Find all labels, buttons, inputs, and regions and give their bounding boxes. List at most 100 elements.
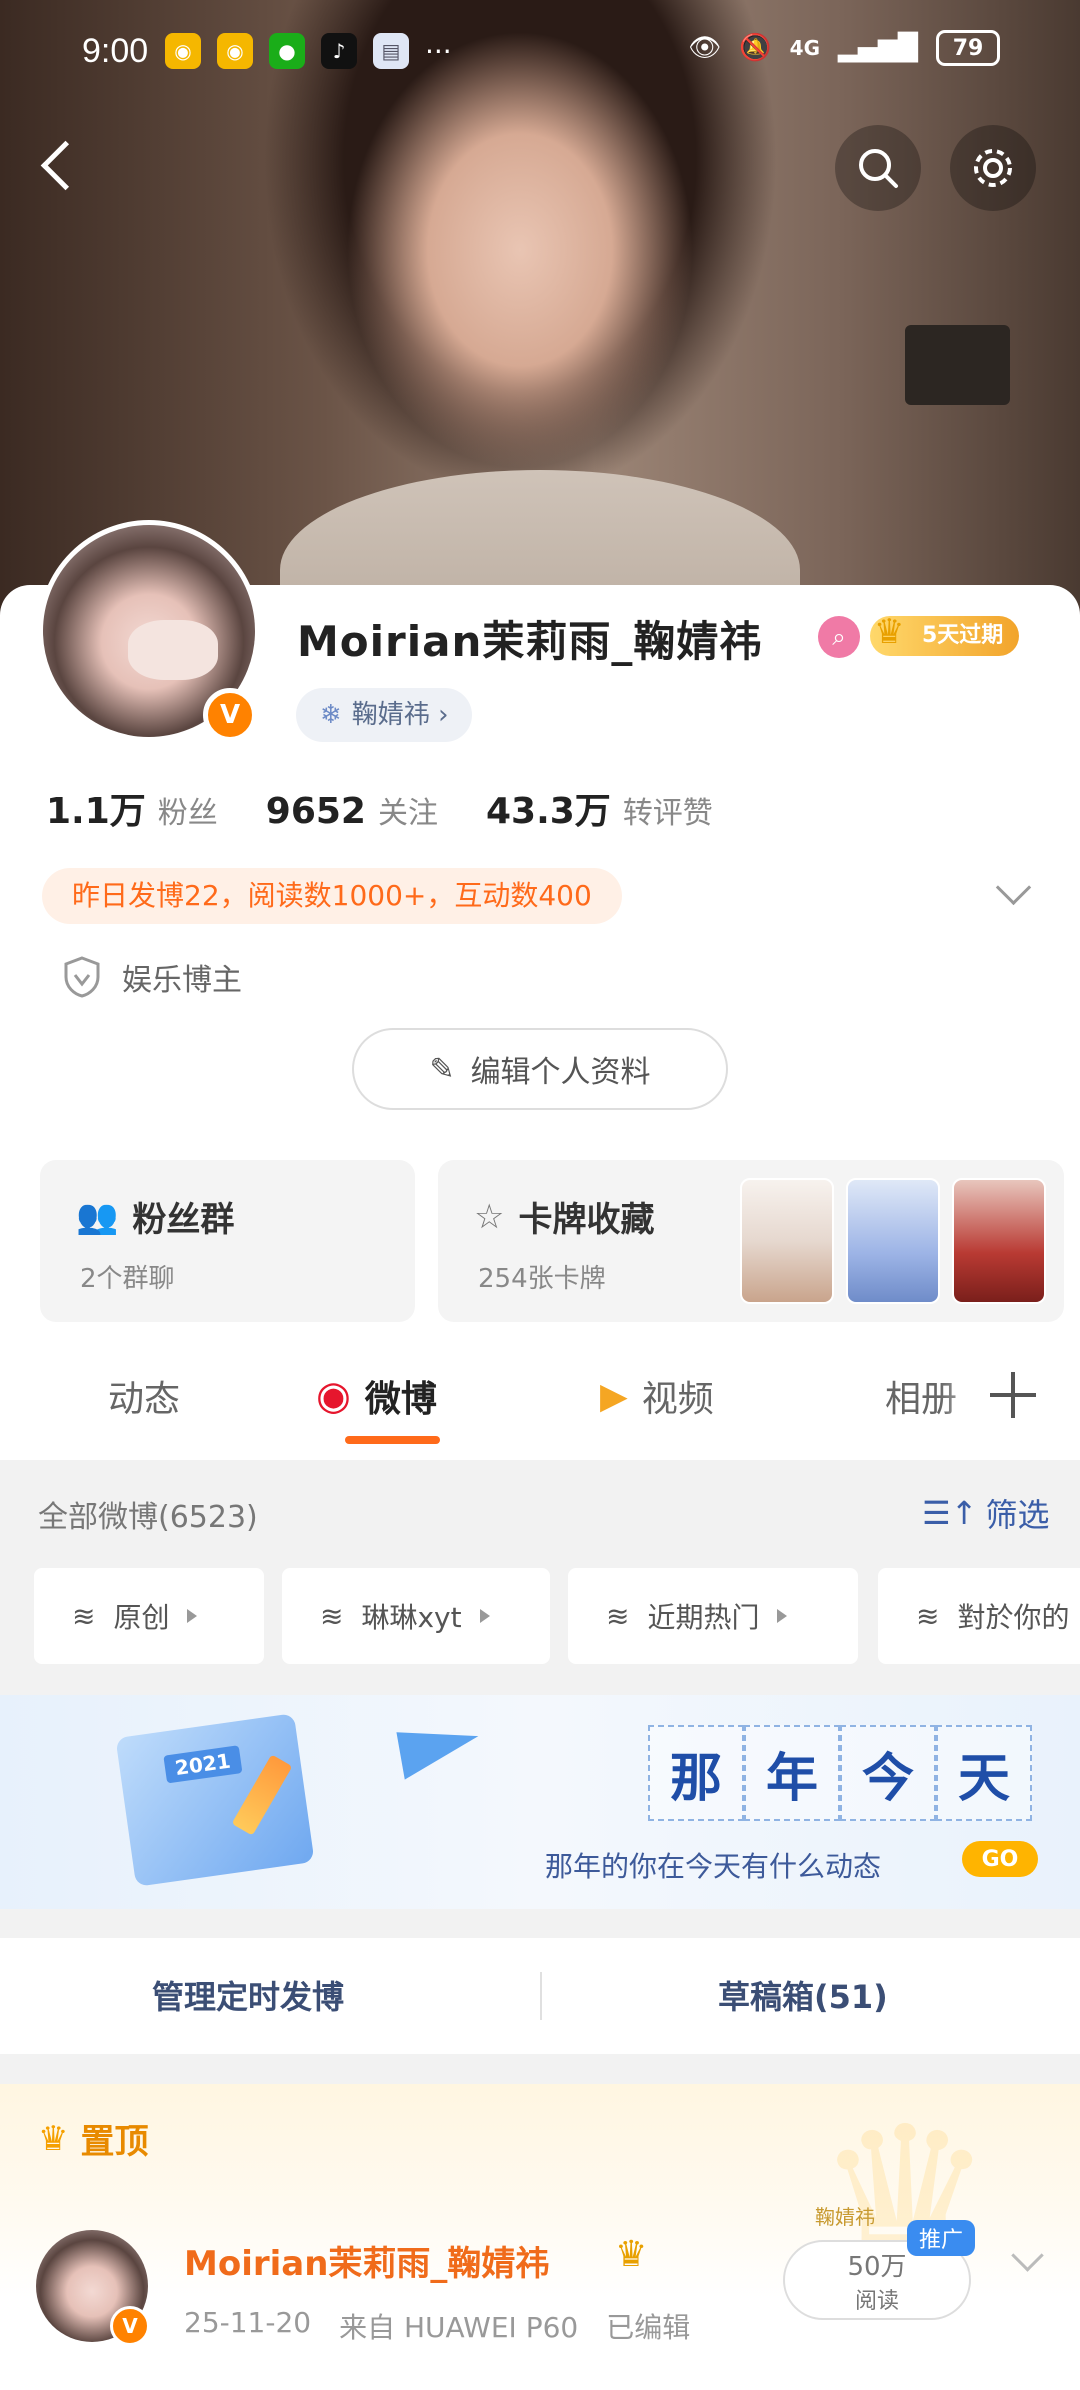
chip-label: 琳琳xyt <box>361 1601 462 1634</box>
calendar-icon: 2021 <box>115 1713 315 1887</box>
promo-badge: 推广 <box>907 2220 976 2256</box>
profile-tabs: 动态 ◉ 微博 ▶ 视频 相册 <box>0 1340 1080 1460</box>
chip-trending[interactable]: ≋ 近期热门 <box>568 1568 858 1664</box>
shield-icon <box>64 956 100 998</box>
stat-following[interactable]: 9652 关注 <box>266 788 438 832</box>
fan-groups-title: 粉丝群 <box>132 1200 235 1240</box>
weibo-icon: ◉ <box>316 1373 351 1419</box>
super-topic-label: 鞠婧祎 <box>351 700 430 730</box>
add-tab-icon[interactable] <box>990 1372 1036 1418</box>
card-collection-box[interactable]: ☆ 卡牌收藏 254张卡牌 <box>438 1160 1064 1322</box>
chip-user[interactable]: ≋ 琳琳xyt <box>282 1568 550 1664</box>
battery-icon: 79 <box>936 30 1000 66</box>
chip-original[interactable]: ≋ 原创 <box>34 1568 264 1664</box>
pencil-icon: ✎ <box>429 1051 455 1087</box>
eye-icon: 👁 <box>688 33 722 63</box>
card-thumbnail[interactable] <box>846 1178 940 1304</box>
crown-icon: ♛ <box>38 2118 69 2159</box>
notification-app-icons: ◉ ◉ ● ♪ ▤ ··· <box>165 33 452 69</box>
status-right: 👁 🔕 4G ▂▄▆█ 79 <box>688 30 1000 66</box>
search-icon <box>859 149 898 188</box>
tab-label: 视频 <box>641 1379 714 1420</box>
caret-right-icon <box>479 1609 490 1623</box>
super-topic-tag[interactable]: ❄ 鞠婧祎 › <box>296 688 473 742</box>
chevron-down-icon[interactable] <box>995 875 1031 911</box>
stat-engagement[interactable]: 43.3万 转评赞 <box>486 782 713 834</box>
card-collection-sub: 254张卡牌 <box>478 1264 606 1294</box>
back-button[interactable] <box>30 130 90 200</box>
stat-label: 粉丝 <box>157 796 218 831</box>
filter-button[interactable]: ☰↑ 筛选 <box>922 1490 1050 1536</box>
vip-badge-label: 5天过期 <box>922 623 1004 648</box>
card-icon: ☆ <box>474 1196 505 1237</box>
fan-groups-sub: 2个群聊 <box>80 1264 175 1294</box>
chip-for-you[interactable]: ≋ 對於你的 <box>878 1568 1080 1664</box>
active-tab-indicator <box>345 1436 440 1444</box>
fan-badge-icon[interactable]: ⌕ <box>818 616 860 658</box>
banner-title-char: 那 <box>648 1725 744 1821</box>
filter-chips: ≋ 原创 ≋ 琳琳xyt ≋ 近期热门 ≋ 對於你的 <box>0 1568 1080 1668</box>
promo-value: 50万 <box>847 2251 907 2282</box>
go-button[interactable]: GO <box>962 1841 1038 1877</box>
card-collection-title: 卡牌收藏 <box>518 1200 655 1240</box>
profile-name: Moirian茉莉雨_鞠婧祎 <box>297 617 763 666</box>
people-icon: 👥 <box>76 1196 119 1237</box>
tab-label: 动态 <box>108 1379 181 1420</box>
layers-icon: ≋ <box>320 1599 344 1633</box>
tiktok-app-icon: ♪ <box>321 33 357 69</box>
pinned-post[interactable]: ♛ ♛ 置顶 V Moirian茉莉雨_鞠婧祎 ♛ 25-11-20 来自 HUA… <box>0 2084 1080 2390</box>
post-edited: 已编辑 <box>606 2311 691 2344</box>
cover-photo-wall-switch <box>905 325 1010 405</box>
edit-profile-button[interactable]: ✎ 编辑个人资料 <box>352 1028 728 1110</box>
stat-value: 43.3万 <box>485 791 611 832</box>
card-thumbnail[interactable] <box>952 1178 1046 1304</box>
verified-v-icon: V <box>203 688 257 742</box>
video-icon: ▶ <box>600 1375 628 1417</box>
chip-label: 原创 <box>113 1601 170 1634</box>
tab-label: 微博 <box>364 1379 437 1420</box>
banner-title-char: 年 <box>744 1725 840 1821</box>
tab-weibo[interactable]: ◉ 微博 <box>316 1370 437 1422</box>
divider <box>540 1972 542 2020</box>
fan-groups-box[interactable]: 👥 粉丝群 2个群聊 <box>40 1160 415 1322</box>
chip-label: 對於你的 <box>957 1601 1070 1634</box>
drafts-button[interactable]: 草稿箱(51) <box>718 1972 888 2018</box>
gear-icon <box>974 149 1012 187</box>
activity-summary[interactable]: 昨日发博22，阅读数1000+，互动数400 <box>42 868 622 924</box>
weibo-app-icon: ◉ <box>165 33 201 69</box>
scheduled-posts-button[interactable]: 管理定时发博 <box>152 1972 344 2018</box>
blogger-category[interactable]: 娱乐博主 <box>62 955 242 999</box>
search-button[interactable] <box>835 125 921 211</box>
stat-value: 1.1万 <box>46 791 146 832</box>
stat-value: 9652 <box>265 791 366 832</box>
status-bar: 9:00 ◉ ◉ ● ♪ ▤ ··· 👁 🔕 4G ▂▄▆█ 79 <box>0 0 1080 100</box>
crown-icon: ♛ <box>615 2234 648 2275</box>
paper-plane-icon <box>396 1718 484 1780</box>
post-meta: 25-11-20 来自 HUAWEI P60 已编辑 <box>184 2306 690 2346</box>
card-thumbnail[interactable] <box>740 1178 834 1304</box>
manage-bar: 管理定时发博 草稿箱(51) <box>0 1938 1080 2054</box>
layers-icon: ≋ <box>916 1599 940 1633</box>
banner-title-char: 今 <box>840 1725 936 1821</box>
stat-followers[interactable]: 1.1万 粉丝 <box>46 782 218 834</box>
caret-right-icon <box>187 1609 198 1623</box>
post-author-name[interactable]: Moirian茉莉雨_鞠婧祎 <box>184 2236 549 2285</box>
stat-label: 关注 <box>377 796 438 831</box>
all-weibo-count: 全部微博(6523) <box>38 1500 258 1535</box>
banner-title-char: 天 <box>936 1725 1032 1821</box>
crown-icon: ♛ <box>874 612 905 652</box>
stat-label: 转评赞 <box>622 796 713 831</box>
filter-label: 筛选 <box>985 1496 1050 1534</box>
chevron-down-icon[interactable] <box>1012 2244 1042 2274</box>
promo-topic-tag: 鞠婧祎 <box>815 2205 875 2229</box>
avatar-hand <box>128 620 218 680</box>
tab-video[interactable]: ▶ 视频 <box>600 1370 714 1422</box>
vip-badge[interactable]: ♛ 5天过期 <box>870 612 1020 656</box>
settings-button[interactable] <box>950 125 1036 211</box>
tab-feed[interactable]: 动态 <box>108 1370 180 1422</box>
profile-stats: 1.1万 粉丝 9652 关注 43.3万 转评赞 <box>46 782 713 834</box>
layers-icon: ≋ <box>72 1599 96 1633</box>
on-this-day-banner[interactable]: 2021 那 年 今 天 那年的你在今天有什么动态 GO <box>0 1695 1080 1909</box>
pinned-label: ♛ 置顶 <box>38 2114 148 2163</box>
post-date: 25-11-20 <box>184 2306 312 2339</box>
